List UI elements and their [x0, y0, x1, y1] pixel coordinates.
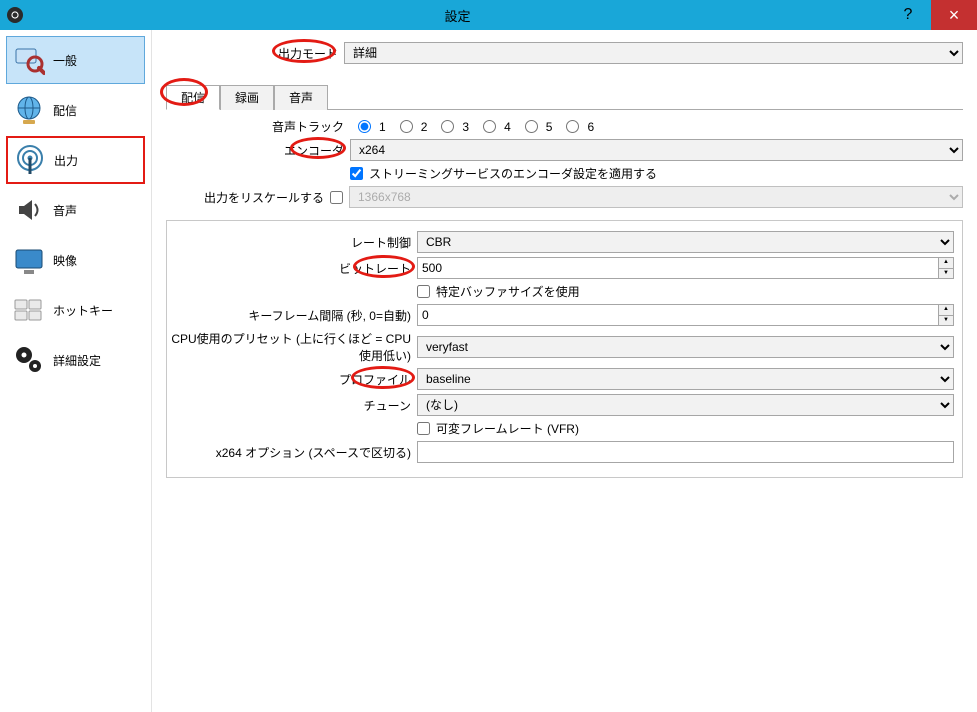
audio-icon	[13, 194, 45, 226]
sidebar-item-advanced[interactable]: 詳細設定	[6, 336, 145, 384]
bitrate-label: ビットレート	[339, 262, 411, 276]
general-icon	[13, 44, 45, 76]
content-area: 出力モード 詳細 配信 録画 音声 音声トラック 1 2 3 4 5 6	[152, 30, 977, 712]
video-icon	[13, 244, 45, 276]
help-button[interactable]: ?	[885, 0, 931, 30]
sidebar-item-label: 映像	[53, 252, 77, 269]
audio-track-5[interactable]	[525, 120, 538, 133]
sidebar-item-label: 配信	[53, 102, 77, 119]
vfr-checkbox[interactable]	[417, 422, 430, 435]
sidebar-item-output[interactable]: 出力	[6, 136, 145, 184]
window-title: 設定	[30, 6, 885, 25]
profile-label: プロファイル	[339, 373, 411, 387]
bitrate-input[interactable]	[417, 257, 938, 279]
tab-record[interactable]: 録画	[220, 85, 274, 110]
rate-control-label: レート制御	[167, 234, 417, 251]
enforce-checkbox[interactable]	[350, 167, 363, 180]
audio-track-1[interactable]	[358, 120, 371, 133]
tune-label: チューン	[167, 397, 417, 414]
rate-control-select[interactable]: CBR	[417, 231, 954, 253]
sidebar-item-hotkeys[interactable]: ホットキー	[6, 286, 145, 334]
app-icon	[0, 0, 30, 30]
x264opts-label: x264 オプション (スペースで区切る)	[167, 444, 417, 461]
stream-icon	[13, 94, 45, 126]
sidebar-item-audio[interactable]: 音声	[6, 186, 145, 234]
tab-stream[interactable]: 配信	[166, 85, 220, 110]
sidebar-item-label: ホットキー	[53, 302, 113, 319]
sidebar-item-label: 一般	[53, 52, 77, 69]
x264opts-input[interactable]	[417, 441, 954, 463]
rescale-checkbox[interactable]	[330, 191, 343, 204]
tabs: 配信 録画 音声	[166, 84, 963, 110]
title-bar: 設定 ? ×	[0, 0, 977, 30]
sidebar-item-label: 出力	[54, 152, 78, 169]
hotkeys-icon	[13, 294, 45, 326]
audio-track-2[interactable]	[400, 120, 413, 133]
encoder-settings-box: レート制御 CBR ビットレート ▲▼	[166, 220, 963, 478]
spin-buttons[interactable]: ▲▼	[938, 257, 954, 279]
close-button[interactable]: ×	[931, 0, 977, 30]
buffer-checkbox[interactable]	[417, 285, 430, 298]
preset-label: CPU使用のプリセット (上に行くほど = CPU使用低い)	[167, 330, 417, 364]
encoder-select[interactable]: x264	[350, 139, 963, 161]
audio-track-6[interactable]	[566, 120, 579, 133]
audio-track-3[interactable]	[441, 120, 454, 133]
keyframe-input[interactable]	[417, 304, 938, 326]
encoder-label: エンコーダ	[284, 144, 344, 158]
preset-select[interactable]: veryfast	[417, 336, 954, 358]
profile-select[interactable]: baseline	[417, 368, 954, 390]
output-icon	[14, 144, 46, 176]
audio-track-radios: 1 2 3 4 5 6	[350, 120, 963, 134]
sidebar-item-label: 音声	[53, 202, 77, 219]
output-mode-label: 出力モード	[278, 47, 338, 61]
sidebar-item-stream[interactable]: 配信	[6, 86, 145, 134]
spin-buttons[interactable]: ▲▼	[938, 304, 954, 326]
rescale-label: 出力をリスケールする	[166, 189, 330, 206]
sidebar-item-label: 詳細設定	[53, 352, 101, 369]
audio-track-4[interactable]	[483, 120, 496, 133]
tab-audio[interactable]: 音声	[274, 85, 328, 110]
vfr-label: 可変フレームレート (VFR)	[436, 420, 579, 437]
sidebar: 一般 配信 出力 音声 映像 ホットキー 詳細設定	[0, 30, 152, 712]
rescale-select[interactable]: 1366x768	[349, 186, 963, 208]
tune-select[interactable]: (なし)	[417, 394, 954, 416]
keyframe-label: キーフレーム間隔 (秒, 0=自動)	[167, 307, 417, 324]
audio-track-label: 音声トラック	[166, 118, 350, 135]
keyframe-spinbox[interactable]: ▲▼	[417, 304, 954, 326]
enforce-label: ストリーミングサービスのエンコーダ設定を適用する	[369, 165, 657, 182]
sidebar-item-video[interactable]: 映像	[6, 236, 145, 284]
bitrate-spinbox[interactable]: ▲▼	[417, 257, 954, 279]
output-mode-select[interactable]: 詳細	[344, 42, 963, 64]
buffer-label: 特定バッファサイズを使用	[436, 283, 580, 300]
advanced-icon	[13, 344, 45, 376]
sidebar-item-general[interactable]: 一般	[6, 36, 145, 84]
